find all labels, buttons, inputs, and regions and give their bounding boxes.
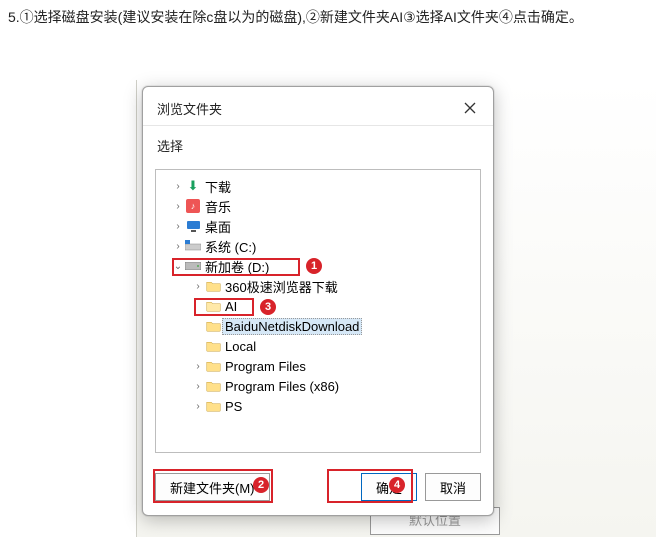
folder-icon bbox=[204, 280, 222, 292]
music-icon: ♪ bbox=[184, 199, 202, 213]
callout-badge-1: 1 bbox=[306, 258, 322, 274]
tree-item-label: 桌面 bbox=[202, 216, 234, 237]
close-icon[interactable] bbox=[459, 97, 481, 119]
tree-item[interactable]: › 桌面 bbox=[156, 216, 480, 236]
folder-icon bbox=[204, 360, 222, 372]
tree-item-label: BaiduNetdiskDownload bbox=[222, 318, 362, 335]
tree-item-label: PS bbox=[222, 398, 245, 415]
tree-item-label: Local bbox=[222, 338, 259, 355]
callout-badge-3: 3 bbox=[260, 299, 276, 315]
chevron-icon[interactable]: › bbox=[172, 241, 184, 252]
dialog-title: 浏览文件夹 bbox=[157, 99, 459, 118]
callout-badge-2: 2 bbox=[253, 477, 269, 493]
tree-item[interactable]: ›⬇下载 bbox=[156, 176, 480, 196]
chevron-icon[interactable]: › bbox=[172, 201, 184, 212]
tree-item[interactable]: › Program Files (x86) bbox=[156, 376, 480, 396]
chevron-icon[interactable]: › bbox=[192, 401, 204, 412]
tree-item[interactable]: › PS bbox=[156, 396, 480, 416]
chevron-icon[interactable]: › bbox=[192, 361, 204, 372]
dialog-prompt: 选择 bbox=[143, 126, 493, 163]
tree-item[interactable]: BaiduNetdiskDownload bbox=[156, 316, 480, 336]
tree-item-label: 360极速浏览器下载 bbox=[222, 276, 341, 297]
sysdrive-icon bbox=[184, 240, 202, 252]
dialog-button-bar: 新建文件夹(M) 确定 取消 2 4 bbox=[143, 461, 493, 515]
folder-tree[interactable]: ›⬇下载›♪音乐›桌面›系统 (C:)⌄新加卷 (D:)›360极速浏览器下载A… bbox=[155, 169, 481, 453]
chevron-icon[interactable]: › bbox=[192, 381, 204, 392]
callout-box-1 bbox=[172, 258, 300, 276]
chevron-icon[interactable]: › bbox=[172, 221, 184, 232]
callout-badge-4: 4 bbox=[389, 477, 405, 493]
tree-item[interactable]: Local bbox=[156, 336, 480, 356]
tree-item-label: 系统 (C:) bbox=[202, 236, 259, 257]
instruction-text: 5.①选择磁盘安装(建议安装在除c盘以为的磁盘),②新建文件夹AI③选择AI文件… bbox=[0, 0, 656, 30]
desktop-icon bbox=[184, 220, 202, 232]
chevron-icon[interactable]: › bbox=[172, 181, 184, 192]
tree-item-label: Program Files (x86) bbox=[222, 378, 342, 395]
tree-item-label: Program Files bbox=[222, 358, 309, 375]
dialog-titlebar: 浏览文件夹 bbox=[143, 87, 493, 126]
chevron-icon[interactable]: › bbox=[192, 281, 204, 292]
folder-icon bbox=[204, 400, 222, 412]
tree-item-label: 音乐 bbox=[202, 196, 234, 217]
tree-item[interactable]: › 360极速浏览器下载 bbox=[156, 276, 480, 296]
tree-item-label: 下载 bbox=[202, 176, 234, 197]
svg-text:♪: ♪ bbox=[191, 201, 196, 211]
callout-box-3 bbox=[194, 298, 254, 316]
tree-item[interactable]: › ♪ 音乐 bbox=[156, 196, 480, 216]
folder-icon bbox=[204, 320, 222, 332]
download-icon: ⬇ bbox=[184, 178, 202, 194]
folder-icon bbox=[204, 340, 222, 352]
folder-icon bbox=[204, 380, 222, 392]
tree-item[interactable]: › 系统 (C:) bbox=[156, 236, 480, 256]
cancel-button[interactable]: 取消 bbox=[425, 473, 481, 501]
tree-item[interactable]: › Program Files bbox=[156, 356, 480, 376]
browse-folder-dialog: 浏览文件夹 选择 ›⬇下载›♪音乐›桌面›系统 (C:)⌄新加卷 (D:)›36… bbox=[142, 86, 494, 516]
